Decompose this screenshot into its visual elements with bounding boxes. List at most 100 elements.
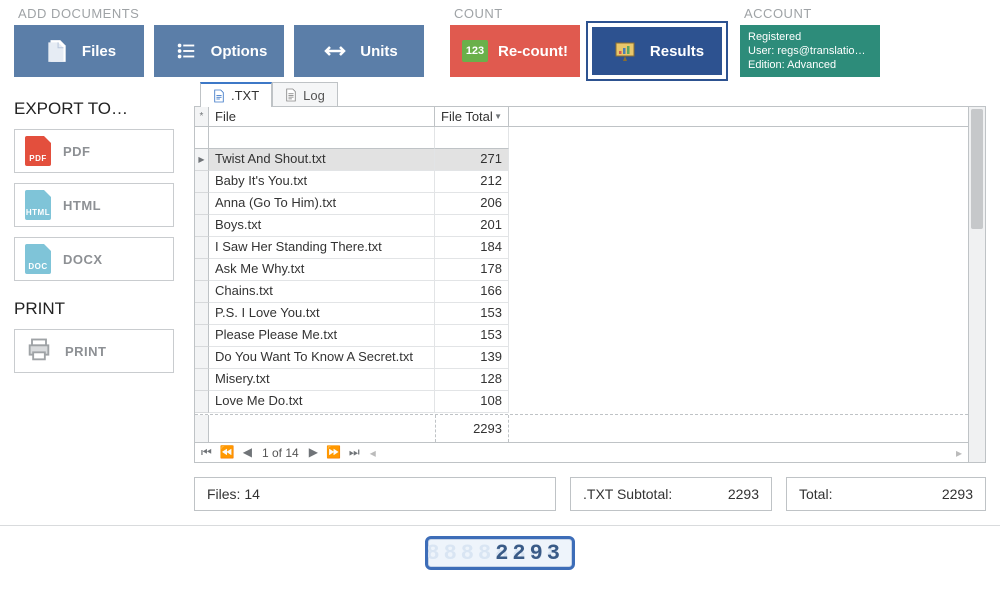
nav-last-icon[interactable]: ⏭ [349, 445, 360, 460]
nav-prevpage-icon[interactable]: ⏪ [220, 445, 235, 460]
account-user: User: regs@translatio… [748, 45, 872, 59]
files-button[interactable]: Files [14, 25, 144, 77]
options-icon [171, 36, 201, 66]
print-button-label: PRINT [65, 344, 107, 359]
row-indicator [195, 171, 209, 193]
row-indicator [195, 237, 209, 259]
summary-files: Files: 14 [194, 477, 556, 511]
row-indicator [195, 369, 209, 391]
table-row[interactable]: Love Me Do.txt108 [195, 391, 968, 413]
options-button[interactable]: Options [154, 25, 284, 77]
cell-total: 178 [435, 259, 509, 281]
row-indicator [195, 391, 209, 413]
files-button-label: Files [82, 43, 116, 60]
pager-text: 1 of 14 [262, 446, 299, 460]
log-doc-icon [285, 88, 297, 102]
summary-files-label: Files: [207, 486, 240, 502]
summary-total: Total: 2293 [786, 477, 986, 511]
cell-total: 184 [435, 237, 509, 259]
export-pdf-button[interactable]: PDF PDF [14, 129, 174, 173]
account-panel[interactable]: Registered User: regs@translatio… Editio… [740, 25, 880, 77]
results-grid: * File File Total ▼ ▶Twist And Shout.txt… [194, 106, 986, 463]
group-add-documents-label: ADD DOCUMENTS [18, 6, 450, 21]
table-row[interactable]: Baby It's You.txt212 [195, 171, 968, 193]
lcd-counter: 2293 [425, 536, 575, 570]
nav-first-icon[interactable]: ⏮ [201, 445, 212, 460]
cell-file: I Saw Her Standing There.txt [209, 237, 435, 259]
table-row[interactable]: P.S. I Love You.txt153 [195, 303, 968, 325]
table-row[interactable]: Ask Me Why.txt178 [195, 259, 968, 281]
row-indicator [195, 347, 209, 369]
scrollbar-thumb[interactable] [971, 109, 983, 229]
printer-icon [25, 336, 53, 367]
results-button[interactable]: Results [590, 25, 724, 77]
group-account-label: ACCOUNT [744, 6, 880, 21]
table-row[interactable]: Anna (Go To Him).txt206 [195, 193, 968, 215]
tab-txt-label: .TXT [231, 88, 259, 103]
cell-file: P.S. I Love You.txt [209, 303, 435, 325]
recount-button-label: Re-count! [498, 43, 568, 60]
pdf-icon: PDF [25, 136, 51, 166]
table-row[interactable]: Please Please Me.txt153 [195, 325, 968, 347]
account-edition: Edition: Advanced [748, 59, 872, 73]
recount-button[interactable]: 123 Re-count! [450, 25, 580, 77]
summary-total-label: Total: [799, 486, 832, 502]
vertical-scrollbar[interactable] [968, 107, 985, 462]
summary-subtotal: .TXT Subtotal: 2293 [570, 477, 772, 511]
recount-icon: 123 [462, 40, 488, 62]
results-button-label: Results [650, 43, 704, 60]
table-row[interactable]: Chains.txt166 [195, 281, 968, 303]
nav-nextpage-icon[interactable]: ⏩ [326, 445, 341, 460]
row-indicator: ▶ [195, 149, 209, 171]
units-icon [320, 36, 350, 66]
nav-prev-icon[interactable]: ◀ [243, 445, 252, 460]
lcd-value: 2293 [495, 541, 564, 566]
units-button[interactable]: Units [294, 25, 424, 77]
cell-file: Twist And Shout.txt [209, 149, 435, 171]
html-icon: HTML [25, 190, 51, 220]
table-row[interactable]: Misery.txt128 [195, 369, 968, 391]
export-html-button[interactable]: HTML HTML [14, 183, 174, 227]
cell-total: 212 [435, 171, 509, 193]
cell-file: Baby It's You.txt [209, 171, 435, 193]
grid-grand-total: 2293 [435, 415, 509, 442]
print-button[interactable]: PRINT [14, 329, 174, 373]
divider [0, 525, 1000, 526]
summary-subtotal-label: .TXT Subtotal: [583, 486, 672, 502]
cell-file: Love Me Do.txt [209, 391, 435, 413]
summary-files-value: 14 [244, 486, 260, 502]
print-heading: PRINT [14, 299, 176, 319]
nav-next-icon[interactable]: ▶ [309, 445, 318, 460]
cell-file: Ask Me Why.txt [209, 259, 435, 281]
summary-total-value: 2293 [942, 486, 973, 502]
group-count-label: COUNT [454, 6, 740, 21]
cell-total: 206 [435, 193, 509, 215]
row-indicator [195, 303, 209, 325]
grid-footer: 2293 [195, 414, 968, 442]
export-docx-button[interactable]: DOC DOCX [14, 237, 174, 281]
column-header-file-total[interactable]: File Total ▼ [435, 107, 509, 126]
options-button-label: Options [211, 43, 268, 60]
tab-txt[interactable]: .TXT [200, 82, 272, 107]
hscroll-right-icon[interactable]: ▸ [956, 446, 962, 460]
cell-file: Boys.txt [209, 215, 435, 237]
export-html-label: HTML [63, 198, 101, 213]
cell-total: 128 [435, 369, 509, 391]
row-indicator [195, 259, 209, 281]
hscroll-left-icon[interactable]: ◂ [370, 446, 376, 460]
cell-total: 139 [435, 347, 509, 369]
column-indicator[interactable]: * [195, 107, 209, 126]
cell-total: 166 [435, 281, 509, 303]
table-row[interactable]: Do You Want To Know A Secret.txt139 [195, 347, 968, 369]
column-header-file[interactable]: File [209, 107, 435, 126]
cell-total: 153 [435, 303, 509, 325]
txt-doc-icon [213, 89, 225, 103]
summary-subtotal-value: 2293 [728, 486, 759, 502]
table-row[interactable]: ▶Twist And Shout.txt271 [195, 149, 968, 171]
table-row[interactable]: I Saw Her Standing There.txt184 [195, 237, 968, 259]
tab-log[interactable]: Log [272, 82, 338, 107]
filter-row[interactable] [195, 127, 968, 149]
cell-file: Anna (Go To Him).txt [209, 193, 435, 215]
cell-total: 271 [435, 149, 509, 171]
table-row[interactable]: Boys.txt201 [195, 215, 968, 237]
